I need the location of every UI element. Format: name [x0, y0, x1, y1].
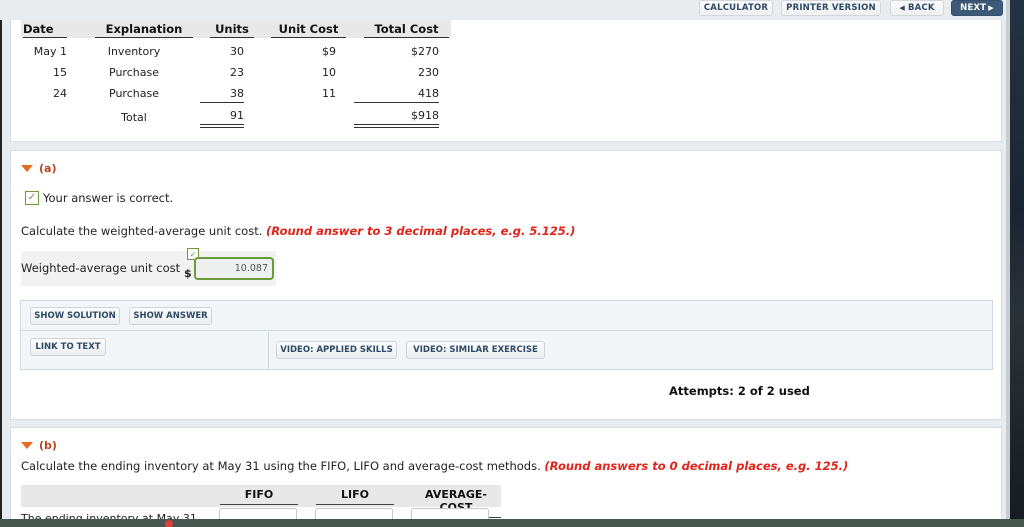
part-b-toggle[interactable]: (b) — [21, 439, 57, 452]
header-units: Units — [210, 22, 254, 38]
units-subtotal-rule — [200, 102, 244, 103]
collapse-triangle-icon — [21, 442, 33, 449]
answer-row: Weighted-average unit cost ✓ $ — [21, 248, 276, 286]
inventory-table-panel: Date Explanation Units Unit Cost Total C… — [10, 20, 1002, 142]
part-b-table-header: FIFO LIFO AVERAGE-COST — [21, 485, 501, 518]
row3-unit-cost: 11 — [322, 87, 336, 100]
assignment-page: CALCULATOR PRINTER VERSION ◀ BACK NEXT ▶ D… — [0, 0, 1006, 527]
header-unit-cost: Unit Cost — [271, 22, 346, 38]
window-scrollbar-edge — [1006, 0, 1010, 527]
next-arrow-icon: ▶ — [988, 4, 994, 12]
printer-version-button[interactable]: PRINTER VERSION — [781, 0, 881, 16]
total-cost: $918 — [411, 109, 439, 122]
next-button[interactable]: NEXT ▶ — [951, 0, 1003, 16]
row3-explanation: Purchase — [109, 87, 159, 100]
row3-date: 24 — [53, 87, 67, 100]
row1-date: May 1 — [33, 45, 67, 58]
top-toolbar: CALCULATOR PRINTER VERSION ◀ BACK NEXT ▶ — [0, 0, 1006, 20]
part-a-question: Calculate the weighted-average unit cost… — [21, 224, 576, 238]
part-a-hint: (Round answer to 3 decimal places, e.g. … — [266, 224, 576, 238]
help-buttons-grid: SHOW SOLUTION SHOW ANSWER LINK TO TEXT V… — [20, 300, 993, 370]
units-total-rule-1 — [200, 124, 244, 125]
calculator-button[interactable]: CALCULATOR — [699, 0, 773, 16]
part-b-panel: (b) Calculate the ending inventory at Ma… — [10, 427, 1002, 527]
video-similar-exercise-button[interactable]: VIDEO: SIMILAR EXERCISE — [406, 341, 545, 359]
inventory-table-header: Date Explanation Units Unit Cost Total C… — [21, 20, 451, 38]
show-answer-button[interactable]: SHOW ANSWER — [129, 307, 212, 325]
row2-explanation: Purchase — [109, 66, 159, 79]
row2-date: 15 — [53, 66, 67, 79]
row2-total-cost: 230 — [418, 66, 439, 79]
part-a-toggle[interactable]: (a) — [21, 162, 56, 175]
grid-divider — [268, 332, 269, 370]
desktop-background — [1010, 0, 1024, 527]
header-total-cost: Total Cost — [364, 22, 449, 38]
back-arrow-icon: ◀ — [899, 4, 905, 12]
row1-explanation: Inventory — [107, 45, 161, 58]
video-applied-skills-button[interactable]: VIDEO: APPLIED SKILLS — [276, 341, 397, 359]
solution-buttons-row: SHOW SOLUTION SHOW ANSWER — [21, 301, 992, 331]
column-fifo: FIFO — [220, 488, 298, 505]
os-dock — [0, 519, 1024, 527]
row1-units: 30 — [230, 45, 244, 58]
weighted-average-unit-cost-input[interactable] — [194, 257, 274, 280]
back-button[interactable]: ◀ BACK — [890, 0, 944, 16]
cost-total-rule-1 — [354, 124, 439, 125]
units-total-rule-2 — [200, 127, 244, 128]
row3-units: 38 — [230, 87, 244, 100]
dock-app-icon[interactable] — [165, 520, 173, 527]
total-label: Total — [121, 111, 147, 124]
part-b-hint: (Round answers to 0 decimal places, e.g.… — [544, 459, 849, 473]
part-a-panel: (a) ✓ Your answer is correct. Calculate … — [10, 150, 1002, 420]
column-lifo: LIFO — [316, 488, 394, 505]
part-b-question: Calculate the ending inventory at May 31… — [21, 459, 849, 473]
row2-unit-cost: 10 — [322, 66, 336, 79]
total-units: 91 — [230, 109, 244, 122]
cost-subtotal-rule — [354, 102, 439, 103]
show-solution-button[interactable]: SHOW SOLUTION — [30, 307, 120, 325]
currency-symbol: $ — [184, 267, 192, 280]
left-border — [0, 20, 2, 527]
link-to-text-button[interactable]: LINK TO TEXT — [30, 338, 106, 356]
checkmark-icon: ✓ — [25, 191, 39, 205]
attempts-counter: Attempts: 2 of 2 used — [669, 384, 810, 398]
collapse-triangle-icon — [21, 165, 33, 172]
correct-status: ✓ Your answer is correct. — [25, 191, 173, 205]
answer-label: Weighted-average unit cost — [21, 261, 181, 275]
header-explanation: Explanation — [95, 22, 193, 38]
row1-unit-cost: $9 — [322, 45, 336, 58]
row1-total-cost: $270 — [411, 45, 439, 58]
row3-total-cost: 418 — [418, 87, 439, 100]
header-date: Date — [23, 22, 67, 38]
row2-units: 23 — [230, 66, 244, 79]
cost-total-rule-2 — [354, 127, 439, 128]
